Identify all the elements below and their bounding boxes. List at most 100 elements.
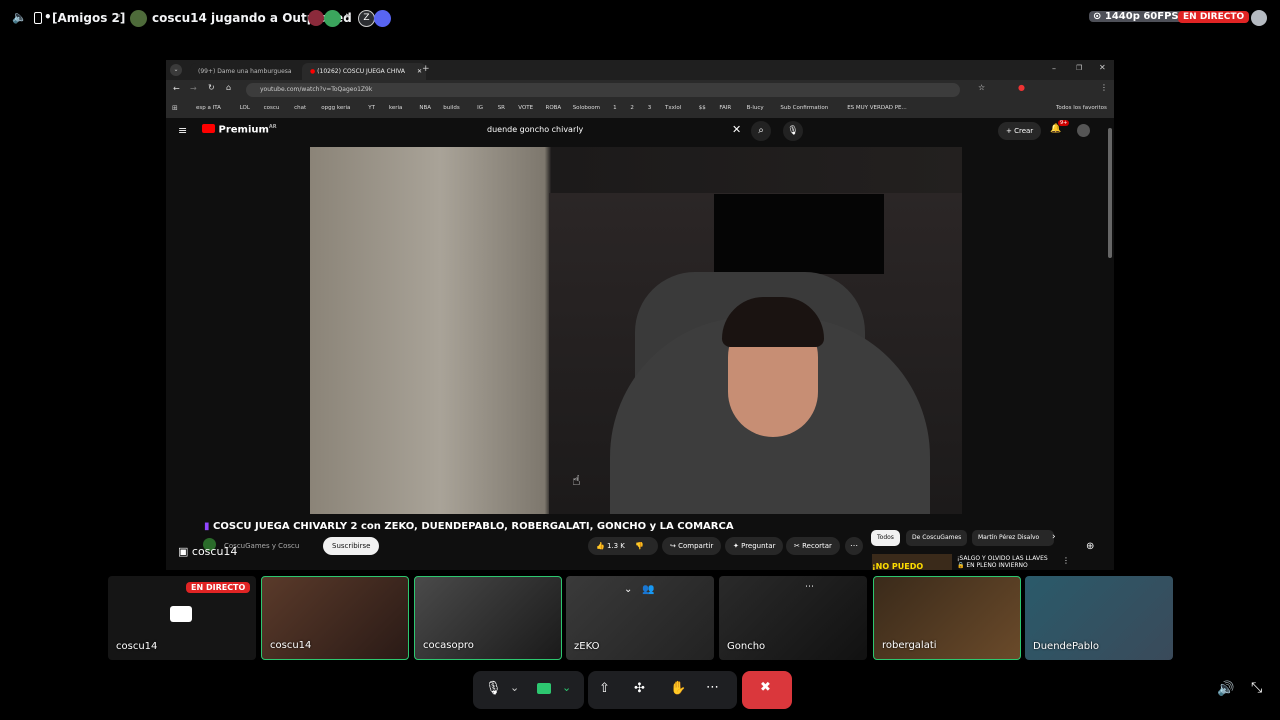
more-dots-icon[interactable]: ⋯ (805, 582, 814, 592)
participant-tile-goncho[interactable]: ⋯ Goncho (719, 576, 867, 660)
bookmark-item[interactable]: IG (477, 105, 483, 111)
bookmark-item[interactable]: ES MUY VERDAD PE... (847, 105, 907, 111)
participant-tile-stream[interactable]: EN DIRECTO coscu14 (108, 576, 256, 660)
microphone-icon[interactable]: 🎙 (485, 681, 502, 696)
bookmark-item[interactable]: 1 (613, 105, 617, 111)
bookmark-item[interactable]: ROBA (546, 105, 562, 111)
bookmark-item[interactable]: YT (368, 105, 375, 111)
share-screen-icon[interactable]: ⇧ (599, 681, 610, 696)
bookmark-item[interactable]: opgg keria (321, 105, 350, 111)
mic-options-chevron-icon[interactable]: ⌄ (510, 681, 519, 694)
extension-icon[interactable]: ● (1018, 83, 1025, 92)
discord-logo-icon (374, 10, 391, 27)
star-icon[interactable]: ☆ (978, 83, 985, 92)
bookmark-item[interactable]: SR (498, 105, 505, 111)
activities-icon[interactable]: ✣ (634, 681, 645, 696)
bookmark-item[interactable]: Txxlol (665, 105, 681, 111)
forward-icon[interactable]: → (190, 84, 197, 93)
minimize-icon[interactable]: – (1052, 64, 1056, 73)
camera-icon[interactable] (537, 683, 551, 694)
add-user-icon[interactable]: 👥 (642, 584, 654, 595)
side-video-title[interactable]: ¡SALGO Y OLVIDO LAS LLAVES 🔒 EN PLENO IN… (957, 555, 1057, 569)
exit-fullscreen-icon[interactable]: ⤡ (1251, 680, 1262, 696)
bookmark-item[interactable]: 3 (648, 105, 652, 111)
thumbs-down-icon[interactable]: 👎 (635, 542, 644, 550)
video-player[interactable]: ☝ (310, 147, 962, 514)
bookmark-item[interactable]: B-lucy (747, 105, 764, 111)
camera-options-chevron-icon[interactable]: ⌄ (562, 681, 571, 694)
browser-tab-1[interactable]: (99+) Dame una hamburguesa ✕ (190, 63, 314, 80)
chip-de-coscugames[interactable]: De CoscuGames (906, 530, 968, 546)
clear-search-icon[interactable]: ✕ (732, 123, 741, 136)
share-button[interactable]: ↪ Compartir (662, 537, 722, 555)
bookmark-item[interactable]: NBA (419, 105, 431, 111)
all-favorites[interactable]: Todos los favoritos (1056, 105, 1107, 111)
participant-tile-cocasopro[interactable]: cocasopro (414, 576, 562, 660)
bookmark-item[interactable]: 2 (630, 105, 634, 111)
account-avatar[interactable] (1077, 124, 1090, 137)
back-icon[interactable]: ← (173, 84, 180, 93)
separator-dot-2: • (116, 11, 122, 22)
bookmark-item[interactable]: VOTE (518, 105, 533, 111)
new-tab-icon[interactable]: + (422, 64, 430, 74)
participant-tile-robergalati[interactable]: robergalati (873, 576, 1021, 660)
soundboard-icon[interactable]: ✋ (670, 681, 686, 696)
youtube-search-value: duende goncho chivarly (487, 125, 584, 134)
menu-dots-icon[interactable]: ⋮ (1100, 83, 1108, 92)
hamburger-menu-icon[interactable]: ≡ (178, 124, 187, 137)
bookmark-item[interactable]: $$ (699, 105, 706, 111)
eye-icon: ⊙ (1093, 11, 1102, 22)
volume-icon[interactable]: 🔊 (1217, 681, 1234, 697)
ask-button[interactable]: ✦ Preguntar (725, 537, 784, 555)
youtube-logo[interactable]: PremiumAR (202, 124, 277, 135)
reload-icon[interactable]: ↻ (208, 83, 215, 92)
home-icon[interactable]: ⌂ (226, 83, 231, 92)
chip-martin-perez[interactable]: Martín Pérez Disalvo (972, 530, 1054, 546)
address-bar[interactable]: youtube.com/watch?v=ToQageo1Z9k (246, 83, 960, 97)
youtube-scrollbar[interactable] (1108, 128, 1112, 258)
create-button[interactable]: + Crear (998, 122, 1042, 140)
apps-grid-icon[interactable]: ⊞ (172, 104, 178, 112)
youtube-search-input[interactable]: duende goncho chivarly (479, 120, 757, 140)
chips-next-icon[interactable]: › (1052, 532, 1056, 542)
browser-tab-2[interactable]: ● (10262) COSCU JUEGA CHIVA ✕ (302, 63, 426, 80)
like-button[interactable]: 👍 1.3 K 👎 (588, 537, 658, 555)
side-video-menu-icon[interactable]: ⋮ (1062, 556, 1070, 565)
participant-name: Goncho (727, 641, 766, 652)
youtube-logo-text: Premium (218, 124, 269, 136)
participant-tile-coscu14[interactable]: coscu14 (261, 576, 409, 660)
bookmark-item[interactable]: LOL (240, 105, 250, 111)
sparkle-icon: ✦ (733, 542, 739, 550)
bookmark-item[interactable]: Sub Confirmation (780, 105, 828, 111)
search-icon[interactable]: ⌕ (751, 121, 771, 141)
more-actions-icon[interactable]: ⋯ (845, 537, 863, 555)
subscribe-button[interactable]: Suscribirse (323, 537, 380, 555)
more-options-icon[interactable]: ⋯ (706, 680, 719, 695)
chat-icon[interactable] (1251, 10, 1267, 26)
chip-all[interactable]: Todos (871, 530, 900, 546)
channel-name[interactable]: [Amigos 2] (52, 11, 125, 25)
audio-controls: 🎙 ⌄ ⌄ (473, 671, 584, 709)
chevron-down-icon[interactable]: ⌄ (624, 584, 632, 595)
bookmark-item[interactable]: FAIR (719, 105, 731, 111)
zoom-icon[interactable]: ⊕ (1086, 541, 1094, 552)
tab-search-button[interactable]: ⌄ (170, 64, 182, 76)
close-window-icon[interactable]: ✕ (1099, 63, 1106, 72)
side-video-thumbnail[interactable]: ¡NO PUEDO (872, 554, 952, 570)
bookmark-item[interactable]: builds (443, 105, 459, 111)
mic-icon[interactable]: 🎙 (783, 121, 803, 141)
side-thumb-text: ¡NO PUEDO (872, 562, 924, 570)
bookmark-item[interactable]: Soloboom (573, 105, 600, 111)
bookmark-item[interactable]: coscu (264, 105, 280, 111)
clip-button[interactable]: ✂ Recortar (786, 537, 840, 555)
arrow-icon: ▸ (346, 11, 351, 21)
bookmark-item[interactable]: esp a ITA (196, 105, 221, 111)
bookmark-item[interactable]: chat (294, 105, 306, 111)
scissors-icon: ✂ (794, 542, 800, 550)
participant-tile-duendepablo[interactable]: DuendePablo (1025, 576, 1173, 660)
participant-tile-zeko[interactable]: ⌄ 👥 zEKO (566, 576, 714, 660)
disconnect-button[interactable]: ✖ (742, 671, 792, 709)
bookmark-item[interactable]: keria (389, 105, 403, 111)
restore-icon[interactable]: ❐ (1076, 64, 1082, 72)
quality-text: 1440p 60FPS (1104, 11, 1179, 22)
